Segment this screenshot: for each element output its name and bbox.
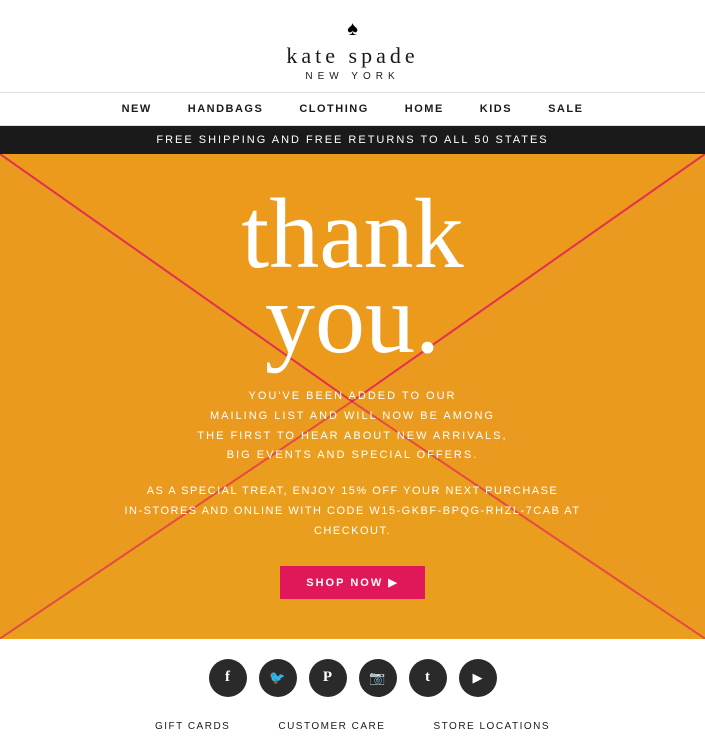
hero-body-text: YOU'VE BEEN ADDED TO OUR MAILING LIST AN…: [20, 387, 685, 466]
main-nav: NEW HANDBAGS CLOTHING HOME KIDS SALE: [0, 92, 705, 126]
shop-now-button[interactable]: SHOP NOW ▶: [280, 566, 424, 599]
brand-name: kate spade: [0, 43, 705, 69]
brand-subtitle: NEW YORK: [0, 71, 705, 82]
tumblr-icon[interactable]: t: [409, 659, 447, 697]
gift-cards-link[interactable]: GIFT CARDS: [155, 721, 230, 732]
hero-content: thank you. YOU'VE BEEN ADDED TO OUR MAIL…: [0, 154, 705, 639]
spade-icon: ♠: [0, 18, 705, 41]
customer-care-link[interactable]: CUSTOMER CARE: [278, 721, 385, 732]
instagram-icon[interactable]: 📷: [359, 659, 397, 697]
nav-kids[interactable]: KIDS: [480, 103, 512, 115]
pinterest-icon[interactable]: P: [309, 659, 347, 697]
nav-clothing[interactable]: CLOTHING: [299, 103, 368, 115]
store-locations-link[interactable]: STORE LOCATIONS: [433, 721, 550, 732]
facebook-icon[interactable]: f: [209, 659, 247, 697]
hero-section: thank you. YOU'VE BEEN ADDED TO OUR MAIL…: [0, 154, 705, 639]
nav-new[interactable]: NEW: [122, 103, 152, 115]
nav-home[interactable]: HOME: [405, 103, 444, 115]
twitter-icon[interactable]: 🐦: [259, 659, 297, 697]
youtube-icon[interactable]: ▶: [459, 659, 497, 697]
social-bar: f 🐦 P 📷 t ▶: [0, 639, 705, 713]
header: ♠ kate spade NEW YORK: [0, 0, 705, 92]
shipping-banner: FREE SHIPPING AND FREE RETURNS TO ALL 50…: [0, 126, 705, 154]
nav-handbags[interactable]: HANDBAGS: [188, 103, 264, 115]
nav-sale[interactable]: SALE: [548, 103, 583, 115]
footer-links: GIFT CARDS CUSTOMER CARE STORE LOCATIONS: [0, 713, 705, 752]
hero-promo-text: AS A SPECIAL TREAT, ENJOY 15% OFF YOUR N…: [20, 482, 685, 541]
thank-line2: you.: [20, 269, 685, 369]
